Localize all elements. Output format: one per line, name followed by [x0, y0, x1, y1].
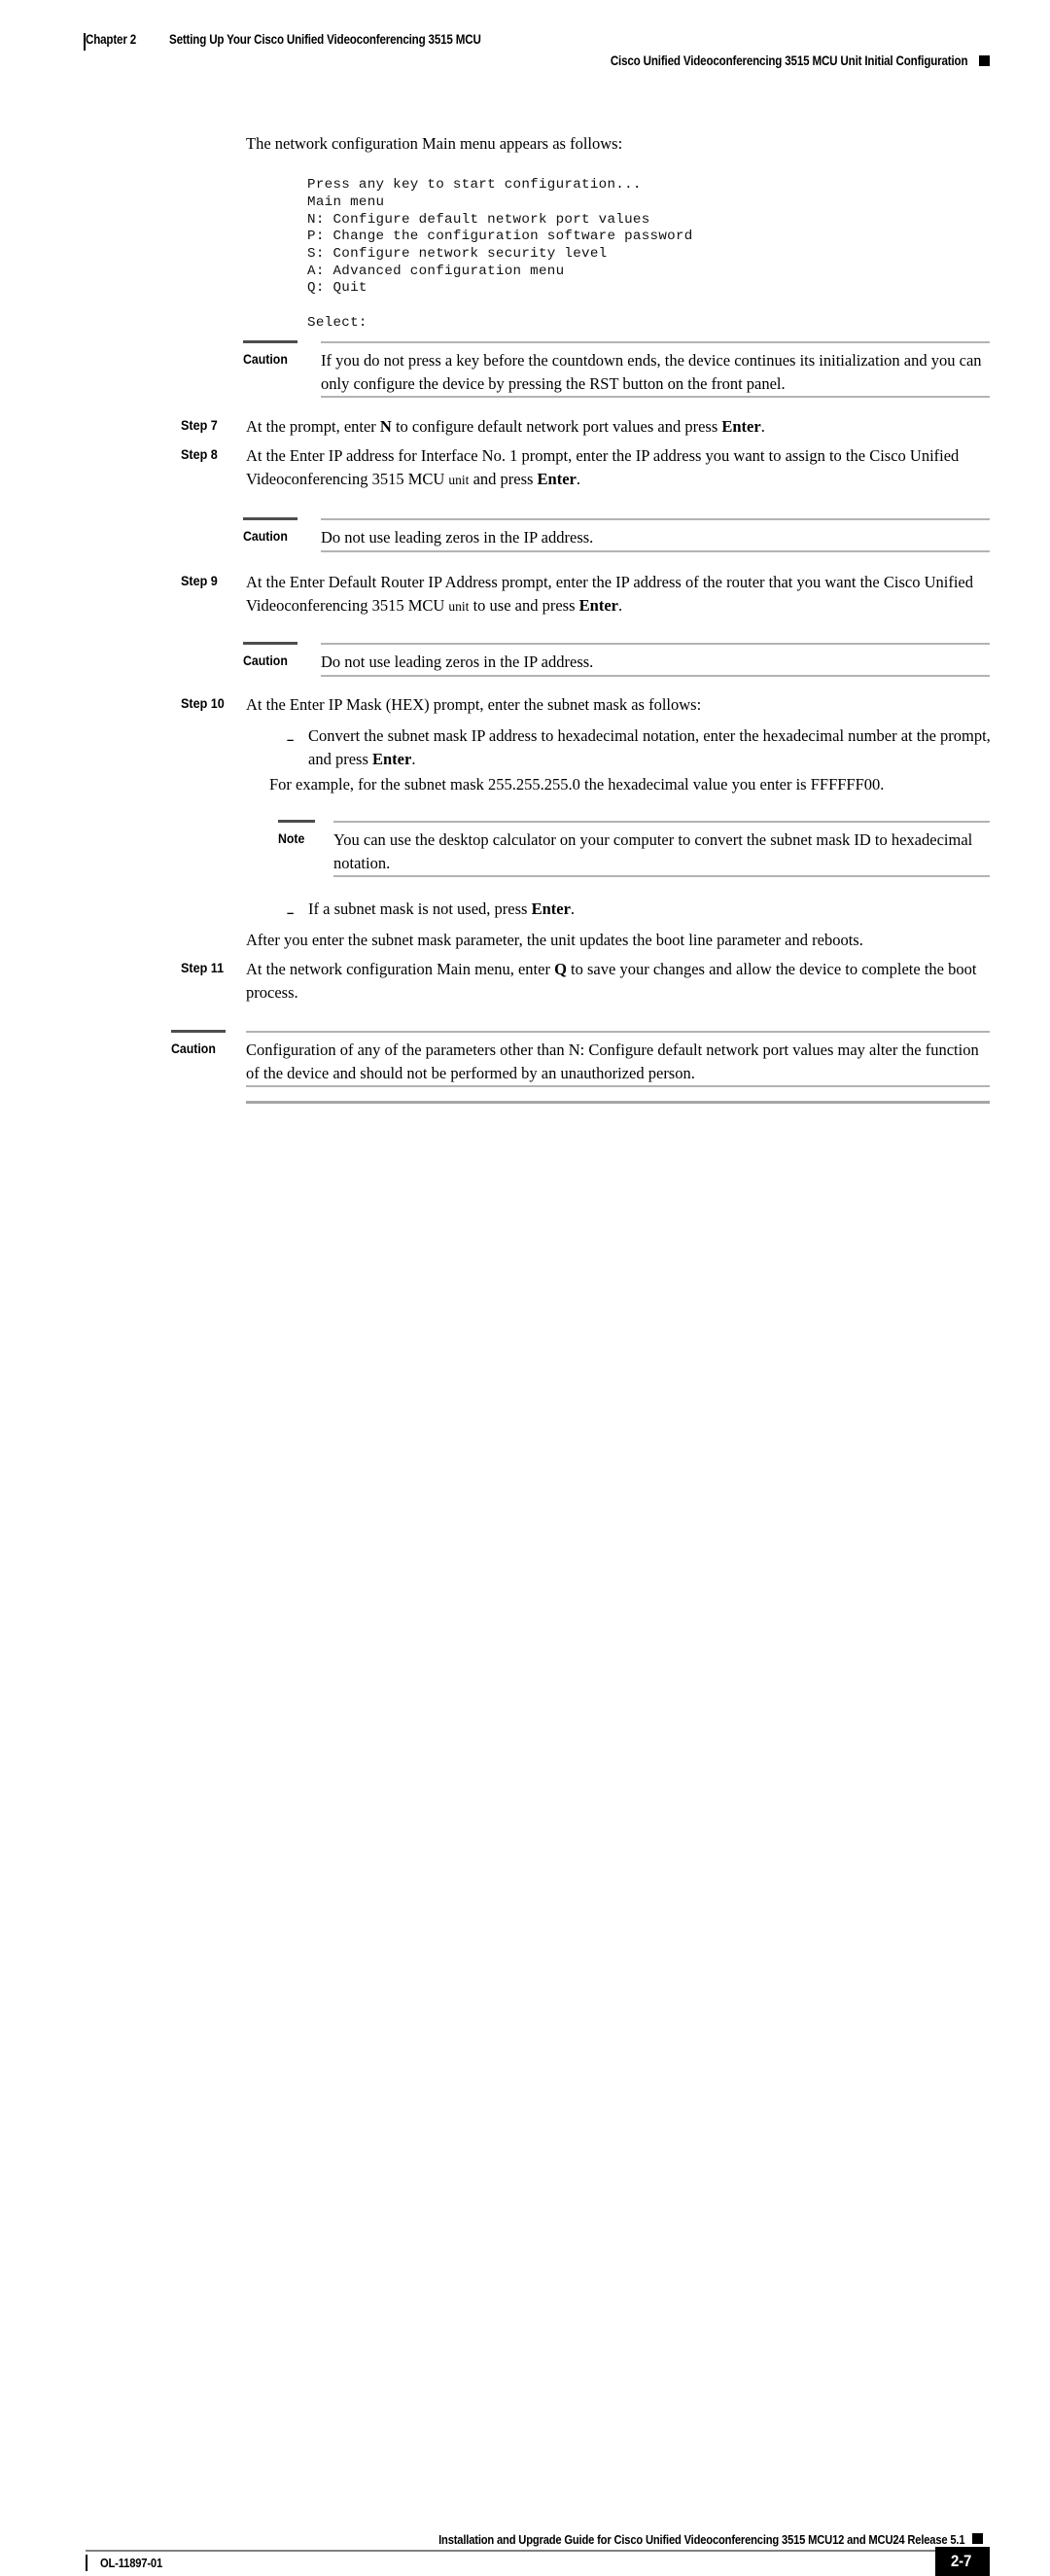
header-section-line: Cisco Unified Videoconferencing 3515 MCU…: [552, 53, 990, 68]
example-paragraph: For example, for the subnet mask 255.255…: [269, 775, 885, 794]
step-8-unit: unit: [448, 472, 470, 487]
list-item-2: – If a subnet mask is not used, press En…: [287, 898, 997, 925]
step-body-8: At the Enter IP address for Interface No…: [246, 444, 997, 491]
footer-page-number: 2-7: [951, 2552, 972, 2570]
step-7-key-n: N: [379, 417, 392, 436]
section-end-rule: [246, 1101, 990, 1104]
caution-rule-short: [243, 517, 298, 520]
step-9-unit: unit: [448, 598, 470, 614]
bullet-1-text-b: .: [411, 749, 416, 768]
list-item-1: – Convert the subnet mask IP address to …: [287, 724, 997, 770]
step-8-text-c: .: [576, 469, 580, 488]
step-label-10: Step 10: [181, 695, 225, 711]
caution-label: Caution: [243, 351, 288, 367]
list-item-1-text: Convert the subnet mask IP address to he…: [308, 724, 997, 770]
caution-text: Do not use leading zeros in the IP addre…: [321, 528, 594, 547]
caution-text: Do not use leading zeros in the IP addre…: [321, 653, 594, 671]
step-7-text-c: .: [760, 417, 765, 436]
note-rule-top: [333, 821, 990, 823]
bullet-dash-icon: –: [287, 905, 295, 920]
bullet-2-key-enter: Enter: [531, 900, 571, 918]
step-11-text-a: At the network configuration Main menu, …: [246, 960, 555, 978]
step-body-9: At the Enter Default Router IP Address p…: [246, 571, 997, 618]
footer-guide-title: Installation and Upgrade Guide for Cisco…: [438, 2532, 964, 2547]
intro-paragraph: The network configuration Main menu appe…: [246, 134, 623, 153]
caution-text: Configuration of any of the parameters o…: [246, 1041, 979, 1082]
step-row-10: Step 10 At the Enter IP Mask (HEX) promp…: [181, 693, 998, 717]
bullet-2-text-a: If a subnet mask is not used, press: [308, 900, 532, 918]
step-body-11: At the network configuration Main menu, …: [246, 958, 997, 1004]
step-body-10: At the Enter IP Mask (HEX) prompt, enter…: [246, 695, 702, 714]
step-8-text-b: and press: [469, 469, 538, 488]
step-body-7: At the prompt, enter N to configure defa…: [246, 415, 997, 439]
caution-rule-top: [321, 341, 990, 343]
page-footer: Installation and Upgrade Guide for Cisco…: [0, 1252, 1050, 2576]
note-text: You can use the desktop calculator on yo…: [333, 830, 973, 872]
caution-rule-bottom: [321, 550, 990, 552]
bullet-1-key-enter: Enter: [371, 749, 412, 768]
step-9-text-b: to use and press: [469, 595, 579, 615]
header-chapter-title: Setting Up Your Cisco Unified Videoconfe…: [169, 32, 482, 47]
bullet-dash-icon: –: [287, 732, 295, 747]
header-square-marker-icon: [979, 55, 990, 66]
caution-rule-bottom: [321, 675, 990, 677]
note-rule-bottom: [333, 875, 990, 877]
step-row-11: Step 11 At the network configuration Mai…: [181, 958, 998, 1004]
caution-label: Caution: [171, 1041, 216, 1056]
step-row-7: Step 7 At the prompt, enter N to configu…: [181, 415, 998, 439]
step-label-11: Step 11: [181, 960, 225, 975]
footer-document-id: OL-11897-01: [100, 2556, 162, 2570]
footer-rule: [86, 2550, 990, 2552]
step-9-text-c: .: [617, 595, 623, 615]
caution-text: If you do not press a key before the cou…: [321, 351, 982, 393]
step-7-text-a: At the prompt, enter: [246, 417, 380, 436]
bullet-2-text-b: .: [570, 900, 576, 918]
caution-label: Caution: [243, 528, 288, 544]
step-8-key-enter: Enter: [537, 469, 577, 488]
page-header: Chapter 2 Setting Up Your Cisco Unified …: [0, 0, 1050, 82]
step-label-9: Step 9: [181, 573, 218, 588]
after-paragraph: After you enter the subnet mask paramete…: [246, 931, 863, 949]
header-section-title: Cisco Unified Videoconferencing 3515 MCU…: [610, 53, 967, 68]
footer-left-tick: [86, 2555, 88, 2571]
footer-square-marker-icon: [972, 2533, 983, 2544]
caution-label: Caution: [243, 653, 288, 668]
caution-rule-top: [321, 518, 990, 520]
caution-rule-top: [246, 1031, 990, 1033]
caution-rule-bottom: [321, 396, 990, 398]
list-item-2-text: If a subnet mask is not used, press Ente…: [308, 898, 997, 921]
caution-rule-short: [243, 340, 298, 343]
caution-rule-bottom: [246, 1085, 990, 1087]
header-chapter-number: Chapter 2: [86, 32, 137, 47]
step-label-8: Step 8: [181, 446, 218, 462]
step-label-7: Step 7: [181, 417, 218, 433]
step-7-key-enter: Enter: [721, 417, 761, 436]
step-7-text-b: to configure default network port values…: [391, 417, 722, 436]
document-page: Chapter 2 Setting Up Your Cisco Unified …: [0, 0, 1050, 2576]
footer-page-number-box: 2-7: [935, 2547, 990, 2576]
step-row-9: Step 9 At the Enter Default Router IP Ad…: [181, 571, 998, 618]
header-chapter-line: Chapter 2 Setting Up Your Cisco Unified …: [86, 32, 532, 47]
note-label: Note: [278, 830, 305, 846]
caution-rule-top: [321, 643, 990, 645]
note-rule-short: [278, 820, 315, 823]
terminal-output-block: Press any key to start configuration... …: [307, 177, 693, 331]
caution-rule-short: [171, 1030, 226, 1033]
step-row-8: Step 8 At the Enter IP address for Inter…: [181, 444, 998, 491]
step-8-text-a: At the Enter IP address for Interface No…: [246, 446, 960, 488]
caution-rule-short: [243, 642, 298, 645]
step-11-key-q: Q: [554, 960, 567, 978]
step-9-key-enter: Enter: [578, 595, 618, 615]
